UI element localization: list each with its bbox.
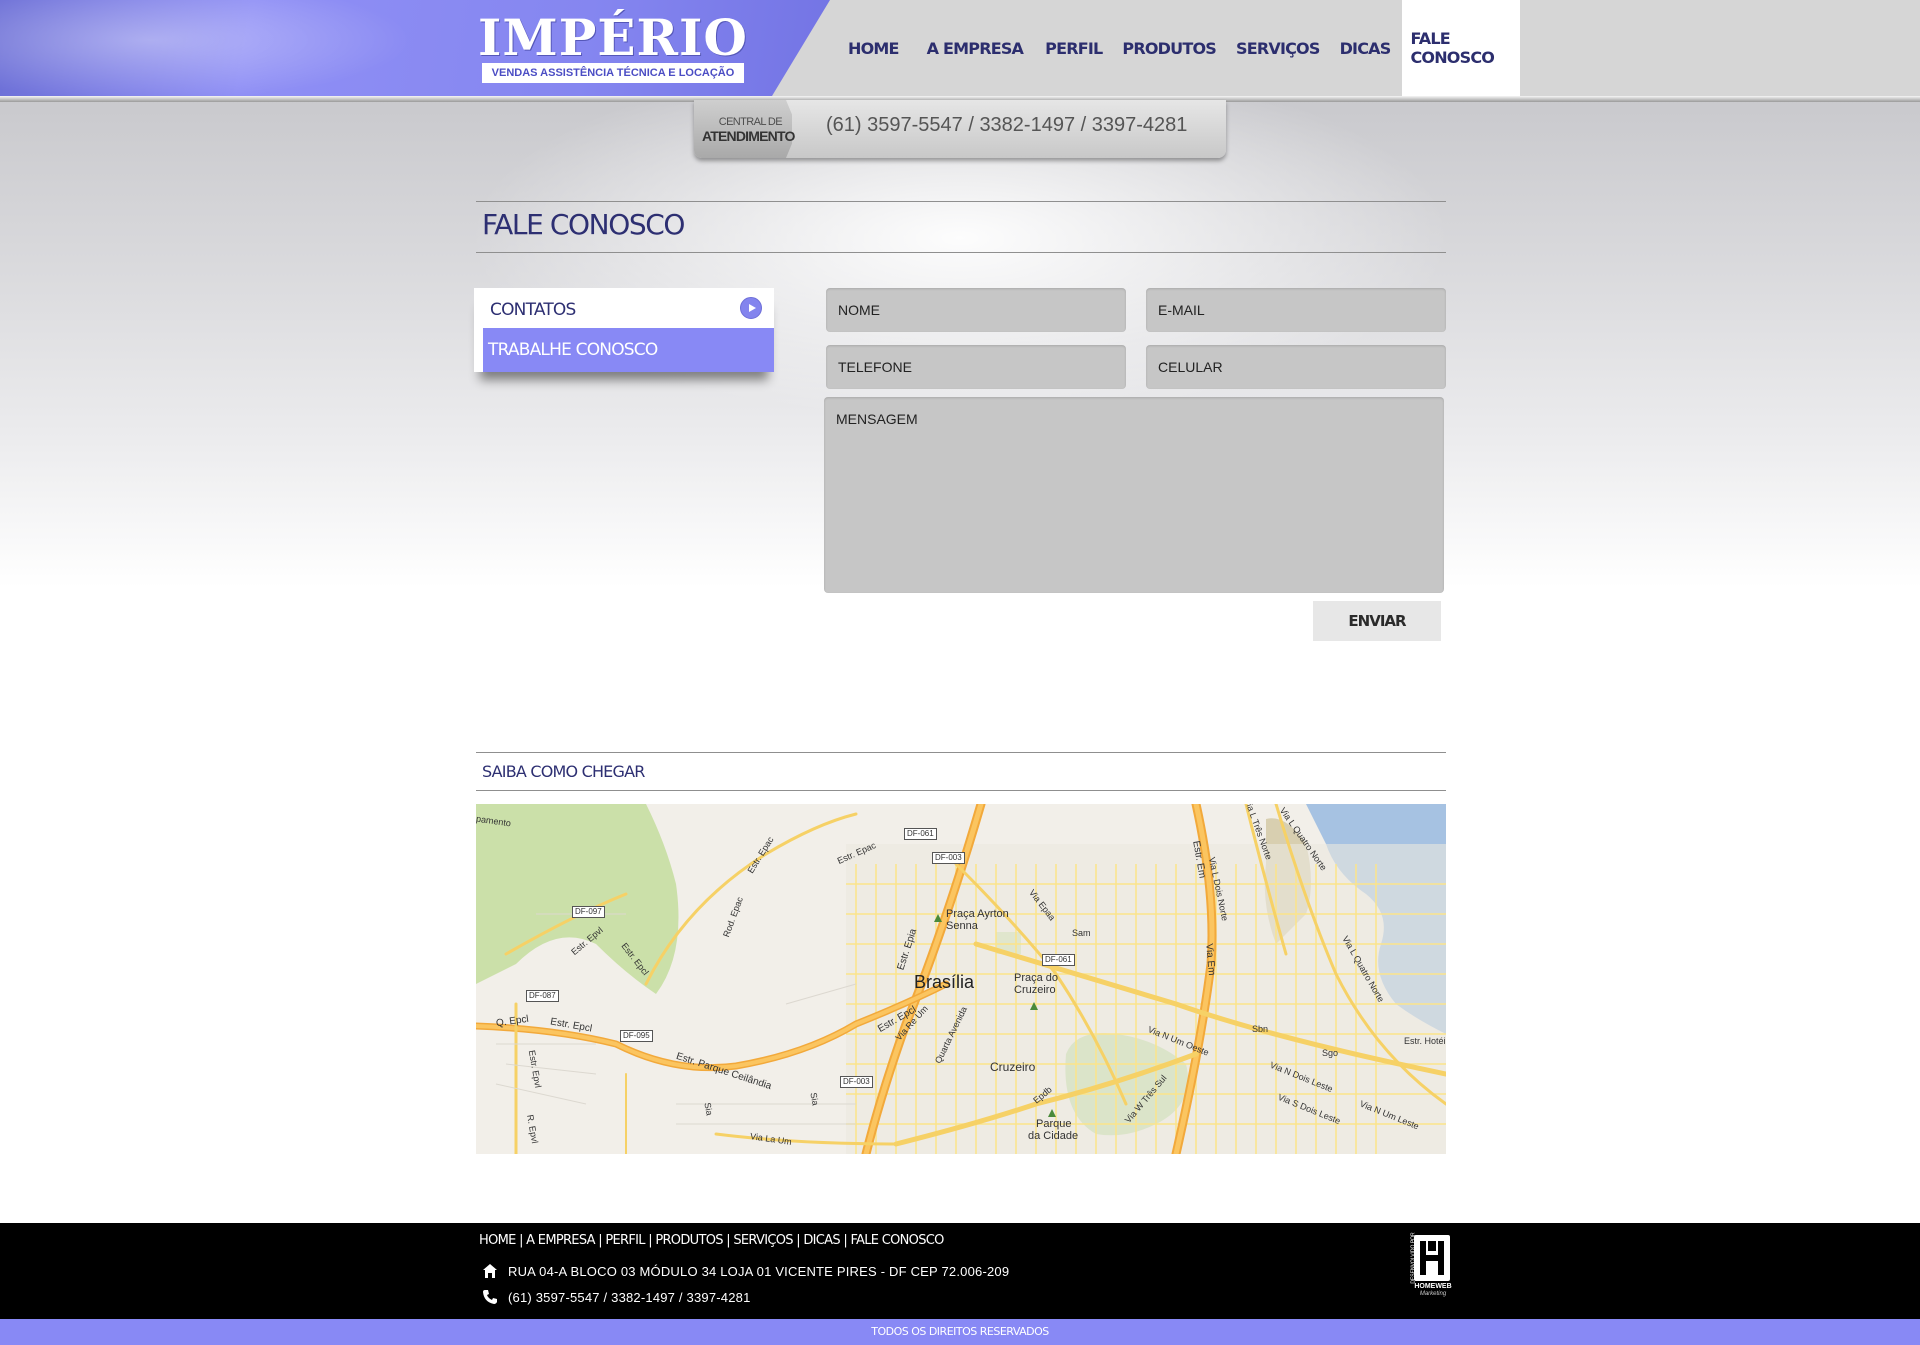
homeweb-credit-logo[interactable]: DESENVOLVIDO POR HOMEWEB Marketing xyxy=(1402,1232,1454,1299)
credit-vertical-text: DESENVOLVIDO POR xyxy=(1410,1232,1417,1284)
email-field[interactable] xyxy=(1146,288,1446,332)
credit-name: HOMEWEB xyxy=(1414,1283,1452,1290)
map-label-city: Brasília xyxy=(914,972,975,992)
enviar-button[interactable]: ENVIAR xyxy=(1313,601,1441,641)
phone-label-top: CENTRAL DE xyxy=(718,116,783,128)
footer-links[interactable]: HOME | A EMPRESA | PERFIL | PRODUTOS | S… xyxy=(479,1233,944,1248)
map-rule-top xyxy=(476,752,1446,753)
map-sign-df-097: DF-097 xyxy=(572,906,605,918)
main-nav: HOME A EMPRESA PERFIL PRODUTOS SERVIÇOS … xyxy=(836,0,1521,96)
side-menu: CONTATOS TRABALHE CONOSCO xyxy=(474,288,774,372)
footer: HOME | A EMPRESA | PERFIL | PRODUTOS | S… xyxy=(0,1223,1920,1319)
footer-phone-row: (61) 3597-5547 / 3382-1497 / 3397-4281 xyxy=(482,1289,751,1305)
phone-bar: CENTRAL DE ATENDIMENTO (61) 3597-5547 / … xyxy=(694,100,1226,158)
map-sign-df-003-b: DF-003 xyxy=(840,1076,873,1088)
credit-sub: Marketing xyxy=(1419,1291,1447,1297)
map-sign-df-061-b: DF-061 xyxy=(1042,954,1075,966)
map-label-sam: Sam xyxy=(1072,928,1091,938)
nav-dicas[interactable]: DICAS xyxy=(1330,0,1403,96)
side-menu-contatos[interactable]: CONTATOS xyxy=(474,288,774,328)
page-title: FALE CONOSCO xyxy=(482,208,685,241)
home-icon xyxy=(483,1264,497,1278)
location-map[interactable]: Brasília Praça Ayrton Senna Praça do Cru… xyxy=(476,804,1446,1154)
map-label-cruzeiro: Cruzeiro xyxy=(990,1060,1036,1074)
celular-field[interactable] xyxy=(1146,345,1446,389)
phone-icon xyxy=(483,1290,497,1304)
map-label-praca-ayrton-2: Senna xyxy=(946,920,978,932)
copyright-bar: TODOS OS DIREITOS RESERVADOS xyxy=(0,1319,1920,1345)
map-sign-df-095: DF-095 xyxy=(620,1030,653,1042)
telefone-field[interactable] xyxy=(826,345,1126,389)
logo-tagline: VENDAS ASSISTÊNCIA TÉCNICA E LOCAÇÃO xyxy=(482,63,744,83)
map-label-praca-ayrton: Praça Ayrton xyxy=(946,908,1009,920)
footer-address-row: RUA 04-A BLOCO 03 MÓDULO 34 LOJA 01 VICE… xyxy=(482,1263,1009,1279)
mensagem-field[interactable] xyxy=(824,397,1444,593)
map-label-praca-cruzeiro: Praça do xyxy=(1014,972,1059,984)
map-label-praca-cruzeiro-2: Cruzeiro xyxy=(1014,984,1056,996)
phone-label-bottom: ATENDIMENTO xyxy=(702,128,795,144)
side-menu-contatos-label: CONTATOS xyxy=(490,300,576,320)
map-sign-df-061: DF-061 xyxy=(904,828,937,840)
map-label-sia-2: Sia xyxy=(808,1091,821,1107)
footer-address: RUA 04-A BLOCO 03 MÓDULO 34 LOJA 01 VICE… xyxy=(508,1263,1010,1279)
play-arrow-icon xyxy=(740,297,762,319)
nav-fale-conosco[interactable]: FALE CONOSCO xyxy=(1402,0,1521,96)
map-section-title: SAIBA COMO CHEGAR xyxy=(482,762,645,781)
map-label-estr-hotel: Estr. Hotéi xyxy=(1404,1036,1446,1046)
map-rule-bottom xyxy=(476,790,1446,791)
map-sign-df-087: DF-087 xyxy=(526,990,559,1002)
map-label-parque: Parque xyxy=(1036,1118,1072,1130)
nome-field[interactable] xyxy=(826,288,1126,332)
header: IMPÉRIO VENDAS ASSISTÊNCIA TÉCNICA E LOC… xyxy=(0,0,1920,98)
nav-a-empresa[interactable]: A EMPRESA xyxy=(913,0,1036,96)
title-rule-top xyxy=(476,201,1446,202)
nav-servicos[interactable]: SERVIÇOS xyxy=(1226,0,1330,96)
nav-perfil[interactable]: PERFIL xyxy=(1035,0,1112,96)
map-sign-df-003: DF-003 xyxy=(932,852,965,864)
nav-produtos[interactable]: PRODUTOS xyxy=(1112,0,1226,96)
phone-numbers: (61) 3597-5547 / 3382-1497 / 3397-4281 xyxy=(826,114,1188,136)
map-label-sgo: Sgo xyxy=(1322,1048,1339,1058)
logo-title[interactable]: IMPÉRIO xyxy=(478,8,748,67)
map-label-sia: Sia xyxy=(702,1101,715,1117)
nav-home[interactable]: HOME xyxy=(836,0,913,96)
map-label-sbn: Sbn xyxy=(1252,1024,1269,1034)
map-label-parque-2: da Cidade xyxy=(1028,1130,1079,1142)
side-menu-trabalhe-conosco[interactable]: TRABALHE CONOSCO xyxy=(474,328,774,372)
footer-phones: (61) 3597-5547 / 3382-1497 / 3397-4281 xyxy=(508,1289,751,1305)
title-rule-bottom xyxy=(476,252,1446,253)
